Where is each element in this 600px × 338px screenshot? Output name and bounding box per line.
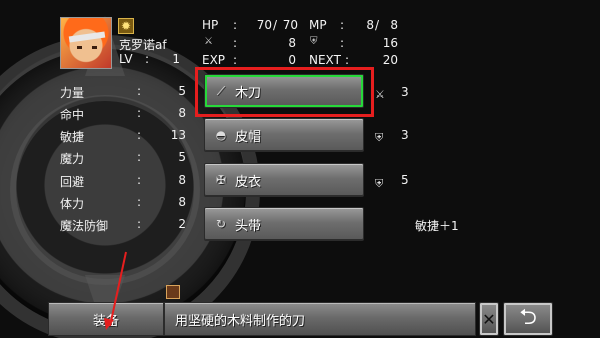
stat-colon: :	[137, 217, 142, 231]
stat-colon: :	[137, 195, 142, 209]
stat-value-strength: 5	[178, 84, 186, 98]
shield-icon: ⛨	[375, 177, 384, 190]
stat-colon: :	[137, 106, 142, 120]
stat-value-magic: 5	[178, 150, 186, 164]
defense-colon: :	[340, 36, 345, 50]
next-label: NEXT	[309, 53, 341, 67]
equip-tab-button[interactable]: 装备	[48, 302, 164, 336]
stat-colon: :	[137, 128, 142, 142]
portrait-eye	[92, 46, 97, 49]
stat-label-evade: 回避	[60, 175, 85, 189]
stat-value-magic-defense: 2	[178, 217, 186, 231]
attack-value: 8	[288, 36, 296, 50]
next-colon: :	[345, 53, 350, 67]
character-portrait	[60, 17, 112, 69]
stat-colon: :	[137, 84, 142, 98]
mp-current: 8	[366, 18, 374, 32]
status-sun-icon: ✹	[118, 18, 134, 34]
exp-label: EXP	[202, 53, 226, 67]
stat-label-magic-defense: 魔法防御	[60, 219, 109, 233]
mp-slash: /	[375, 18, 380, 32]
mp-label: MP	[309, 18, 327, 32]
sword-icon: ⚔	[375, 88, 385, 101]
equip-slot-helmet[interactable]: ◓ 皮帽	[204, 118, 364, 152]
hp-slash: /	[273, 18, 278, 32]
back-arrow-icon: ⮌	[519, 305, 537, 330]
level-value: 1	[172, 52, 180, 66]
equip-slot-armor-label: 皮衣	[235, 174, 262, 190]
stat-label-hit: 命中	[60, 108, 85, 122]
stat-label-magic: 魔力	[60, 152, 85, 166]
level-label: LV	[119, 52, 133, 66]
hp-colon: :	[233, 18, 238, 32]
character-name: 克罗诺af	[119, 38, 167, 52]
close-icon: ✕	[482, 309, 496, 329]
mp-max: 8	[390, 18, 398, 32]
armor-icon: ✠	[215, 173, 227, 187]
hp-max: 70	[282, 18, 298, 32]
weapon-effect-value: 3	[401, 85, 409, 99]
back-button[interactable]: ⮌	[503, 302, 553, 336]
attack-icon: ⚔	[204, 36, 213, 47]
equip-slot-accessory-label: 头带	[235, 218, 262, 234]
equip-slot-armor[interactable]: ✠ 皮衣	[204, 163, 364, 197]
armor-effect-value: 5	[401, 173, 409, 187]
background-inner-ring	[10, 95, 200, 285]
defense-value: 16	[382, 36, 398, 50]
stat-colon: :	[137, 173, 142, 187]
highlight-annotation-box	[195, 67, 374, 117]
stat-label-agility: 敏捷	[60, 130, 85, 144]
helmet-icon: ◓	[215, 128, 227, 142]
stat-value-agility: 13	[170, 128, 186, 142]
next-value: 20	[382, 53, 398, 67]
headband-graphic	[68, 31, 106, 43]
hp-label: HP	[202, 18, 219, 32]
level-colon: :	[145, 52, 150, 66]
accessory-effect-value: 敏捷＋1	[415, 219, 459, 233]
mp-colon: :	[340, 18, 345, 32]
exp-colon: :	[233, 53, 238, 67]
attack-colon: :	[233, 36, 238, 50]
portrait-eye	[77, 46, 82, 49]
stat-value-hit: 8	[178, 106, 186, 120]
helmet-effect-value: 3	[401, 128, 409, 142]
item-category-icon	[166, 285, 180, 299]
stat-value-stamina: 8	[178, 195, 186, 209]
equip-slot-accessory[interactable]: ↻ 头带	[204, 207, 364, 241]
accessory-icon: ↻	[215, 217, 227, 231]
stat-label-stamina: 体力	[60, 197, 85, 211]
defense-icon: ⛨	[310, 36, 318, 47]
equip-slot-helmet-label: 皮帽	[235, 129, 262, 145]
stat-value-evade: 8	[178, 173, 186, 187]
stat-label-strength: 力量	[60, 86, 85, 100]
remove-equipment-button[interactable]: ✕	[479, 302, 499, 336]
item-description: 用坚硬的木料制作的刀	[164, 302, 476, 336]
hp-current: 70	[256, 18, 272, 32]
item-description-text: 用坚硬的木料制作的刀	[175, 313, 306, 329]
exp-value: 0	[288, 53, 296, 67]
shield-icon: ⛨	[375, 131, 384, 144]
stat-colon: :	[137, 150, 142, 164]
